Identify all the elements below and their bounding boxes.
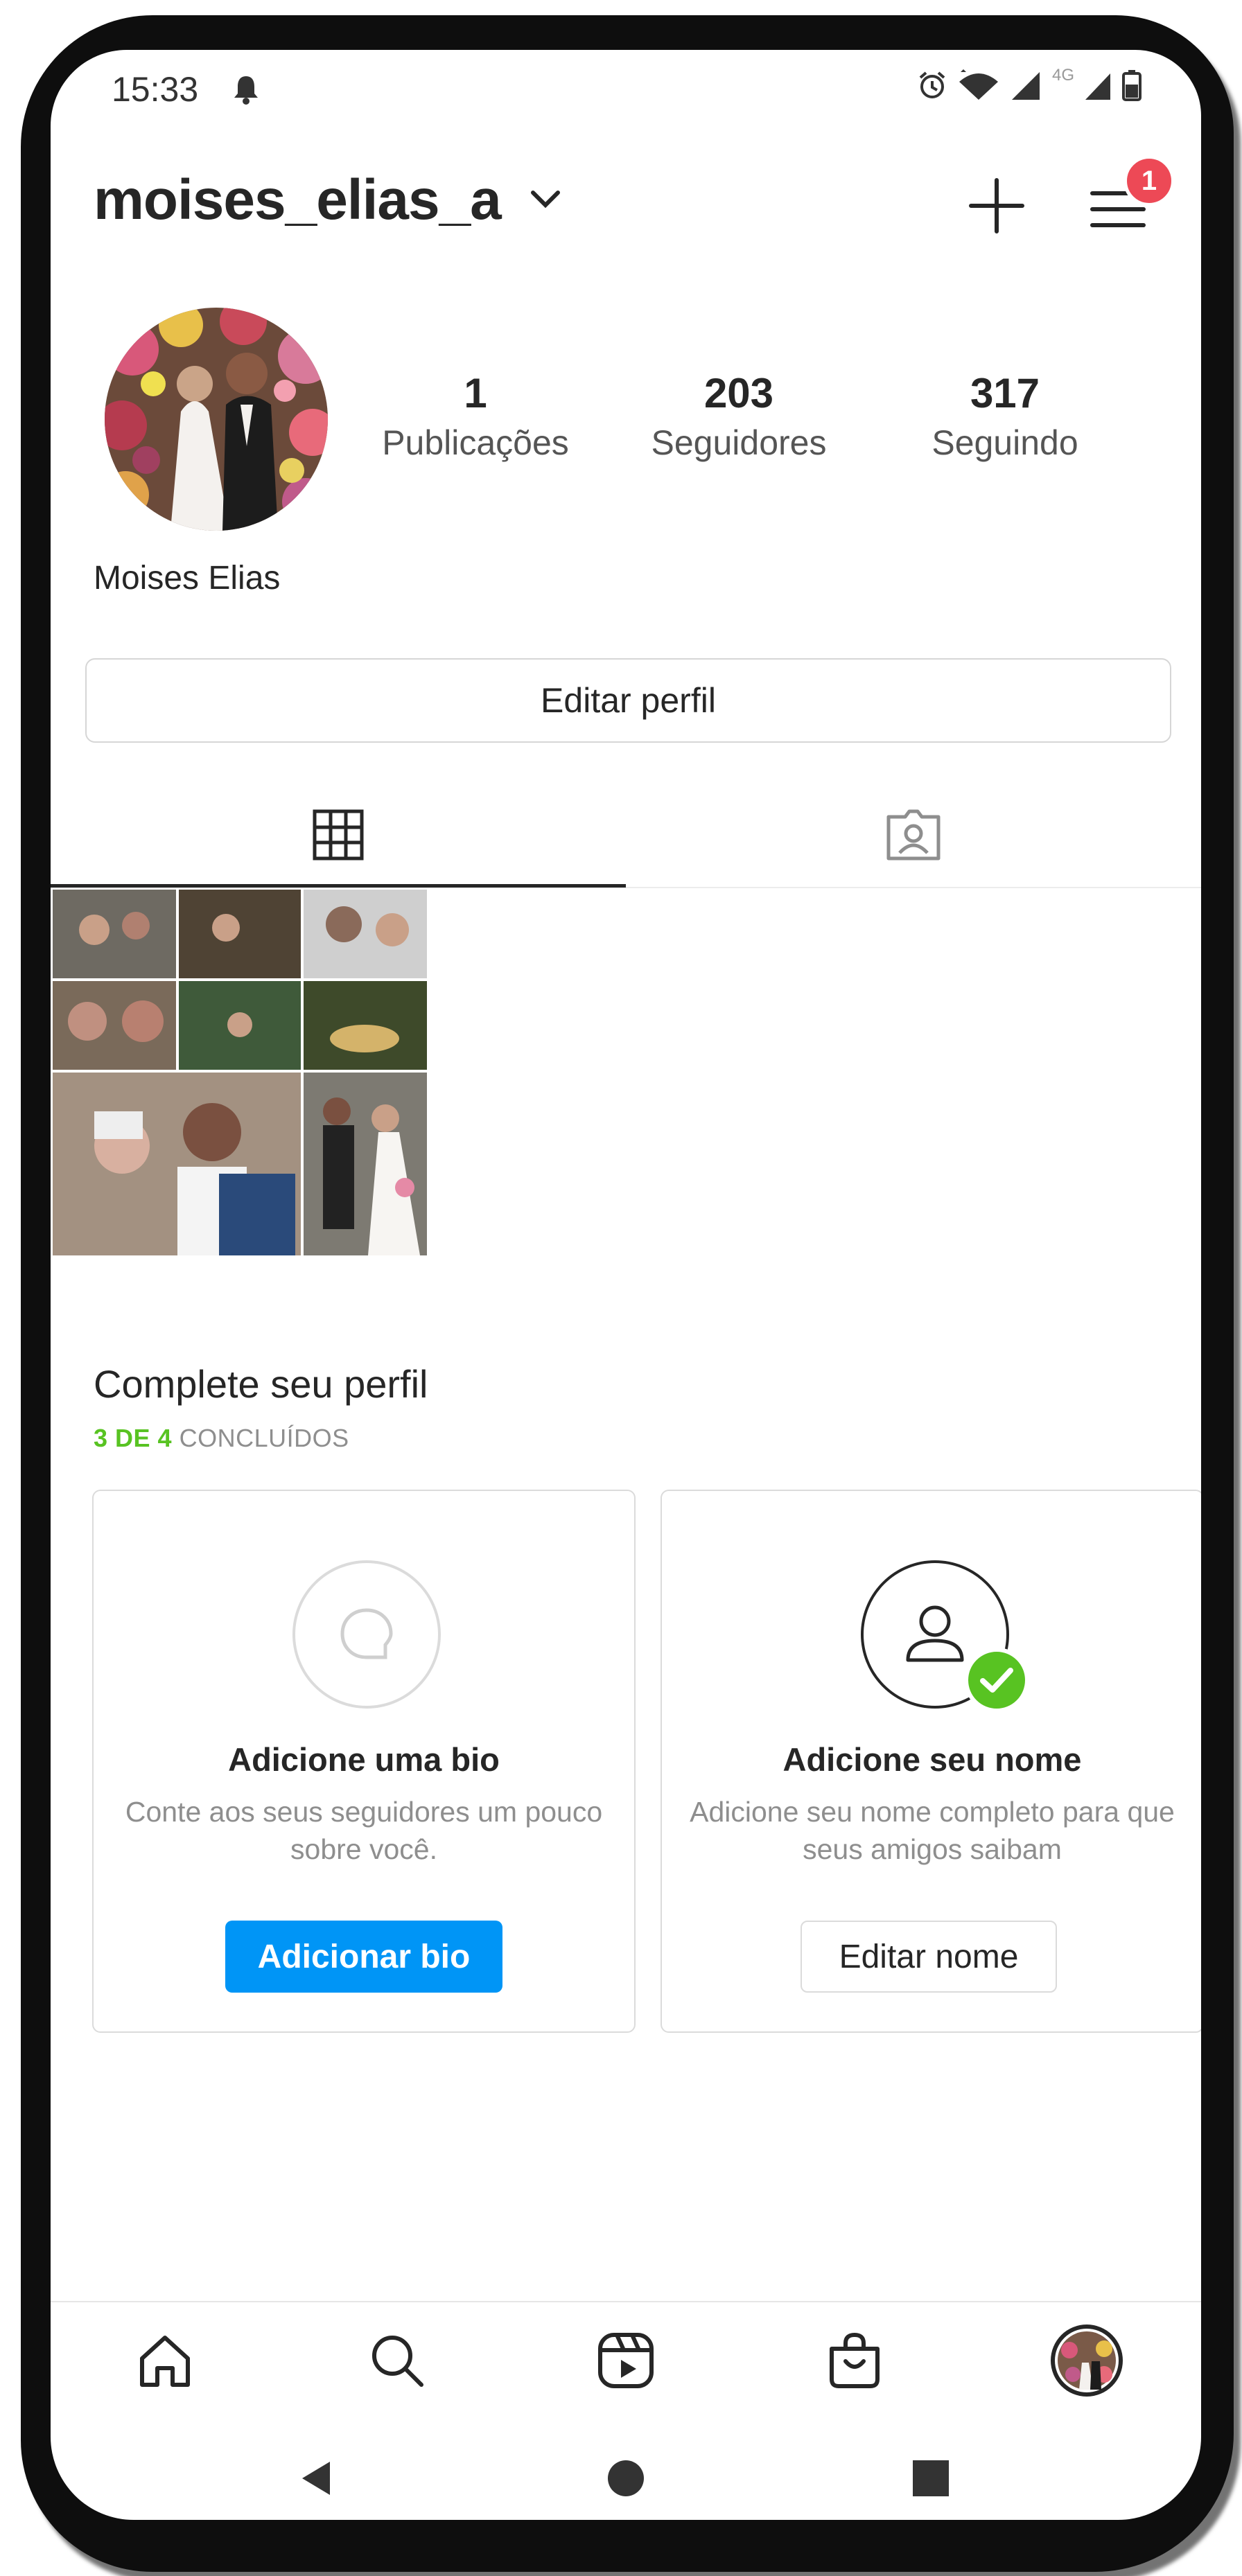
progress-label: CONCLUÍDOS	[179, 1424, 349, 1452]
progress-count: 3 DE 4	[94, 1424, 173, 1452]
bio-icon-circle	[292, 1560, 441, 1709]
checkmark-icon	[964, 1648, 1029, 1713]
notification-badge: 1	[1123, 155, 1175, 206]
profile-avatar-small	[1051, 2324, 1123, 2397]
network-type-label: 4G	[1051, 66, 1074, 85]
edit-name-button[interactable]: Editar nome	[801, 1921, 1057, 1993]
stat-posts-value: 1	[464, 370, 487, 416]
home-circle-icon	[608, 2460, 644, 2496]
system-recents-button[interactable]	[900, 2447, 962, 2509]
profile-username[interactable]: moises_elias_a	[94, 168, 502, 233]
home-icon	[140, 2336, 190, 2387]
stat-following-value: 317	[970, 370, 1040, 416]
battery-icon	[1122, 70, 1142, 101]
card-bio-title: Adicione uma bio	[228, 1741, 500, 1778]
stat-following-label: Seguindo	[931, 423, 1078, 462]
stat-followers-value: 203	[703, 370, 774, 416]
tab-tagged[interactable]	[626, 784, 1201, 885]
profile-avatar[interactable]	[105, 308, 328, 531]
shopping-bag-icon	[830, 2332, 880, 2388]
stat-followers-label: Seguidores	[651, 423, 827, 462]
signal-icon-2	[1085, 73, 1110, 100]
add-bio-button[interactable]: Adicionar bio	[225, 1921, 502, 1993]
back-triangle-icon	[302, 2462, 330, 2495]
system-home-button[interactable]	[595, 2447, 657, 2509]
card-add-bio: Adicione uma bio Conte aos seus seguidor…	[92, 1490, 636, 2033]
bottom-nav-divider	[51, 2301, 1201, 2302]
nav-home[interactable]	[127, 2322, 203, 2399]
alarm-icon	[919, 71, 945, 98]
card-name-title: Adicione seu nome	[782, 1741, 1082, 1778]
status-icons: 4G	[916, 66, 1142, 101]
wifi-icon	[959, 69, 998, 100]
nav-shop[interactable]	[816, 2322, 893, 2399]
speech-bubble-icon	[340, 1608, 393, 1659]
status-bar: 15:33 4G	[51, 50, 1201, 147]
stat-posts-label: Publicações	[382, 423, 569, 462]
system-back-button[interactable]	[286, 2447, 349, 2509]
nav-search[interactable]	[359, 2322, 435, 2399]
reels-icon	[598, 2333, 654, 2388]
tab-posts-grid[interactable]	[51, 784, 626, 885]
recents-square-icon	[913, 2460, 949, 2496]
stat-followers[interactable]: 203 Seguidores	[628, 369, 850, 467]
nav-reels[interactable]	[588, 2322, 664, 2399]
bell-icon	[234, 76, 258, 105]
search-icon	[372, 2336, 423, 2387]
grid-icon	[313, 809, 364, 861]
post-thumbnail[interactable]	[53, 890, 427, 1255]
complete-profile-title: Complete seu perfil	[94, 1362, 428, 1406]
nav-profile[interactable]	[1049, 2322, 1125, 2399]
card-name-description: Adicione seu nome completo para que seus…	[690, 1796, 1175, 1865]
card-bio-description: Conte aos seus seguidores um pouco sobre…	[125, 1796, 603, 1865]
signal-icon	[1011, 72, 1040, 100]
active-tab-indicator	[51, 884, 626, 888]
create-plus-icon[interactable]	[965, 175, 1028, 237]
tagged-person-icon	[886, 809, 941, 861]
stat-posts[interactable]: 1 Publicações	[365, 369, 586, 467]
edit-profile-button[interactable]: Editar perfil	[85, 658, 1171, 743]
phone-screen: 15:33 4G moises_elias_a 1 1 Publicações …	[51, 50, 1201, 2520]
status-time: 15:33	[112, 70, 199, 109]
stat-following[interactable]: 317 Seguindo	[894, 369, 1116, 467]
complete-profile-progress: 3 DE 4 CONCLUÍDOS	[94, 1424, 349, 1453]
card-add-name: Adicione seu nome Adicione seu nome comp…	[661, 1490, 1201, 2033]
chevron-down-icon[interactable]	[530, 188, 561, 209]
profile-full-name: Moises Elias	[94, 560, 281, 597]
